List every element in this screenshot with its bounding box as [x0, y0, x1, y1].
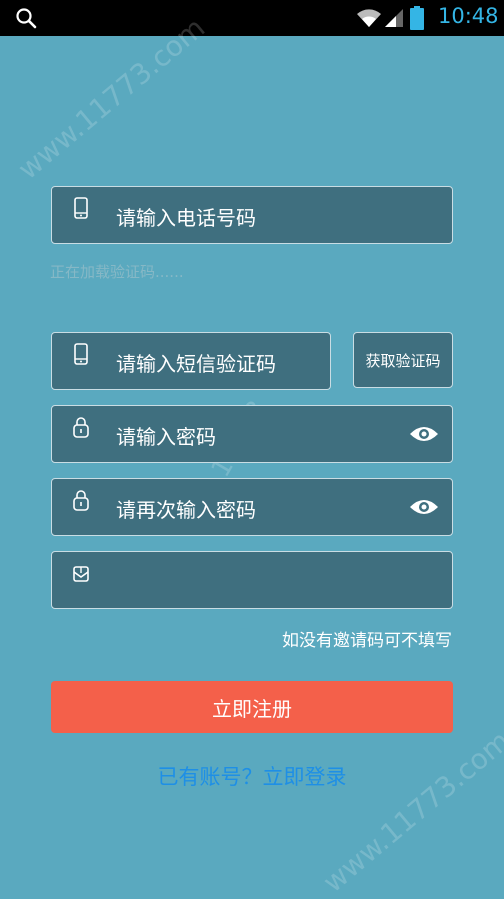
phone-icon [74, 343, 88, 365]
battery-icon [410, 6, 424, 30]
status-bar: 10:48 [0, 0, 504, 36]
sms-code-placeholder: 请输入短信验证码 [116, 352, 276, 376]
invite-code-field[interactable] [51, 551, 453, 609]
phone-field[interactable]: 请输入电话号码 [51, 186, 453, 244]
phone-placeholder: 请输入电话号码 [116, 206, 256, 230]
lock-icon [73, 417, 89, 438]
watermark: www.11773.com [11, 11, 212, 186]
wifi-icon [357, 9, 381, 27]
confirm-password-placeholder: 请再次输入密码 [116, 498, 256, 522]
eye-icon[interactable] [409, 497, 439, 517]
register-button[interactable]: 立即注册 [51, 681, 453, 733]
get-code-button[interactable]: 获取验证码 [353, 332, 453, 388]
password-field[interactable]: 请输入密码 [51, 405, 453, 463]
invite-note: 如没有邀请码可不填写 [282, 631, 452, 651]
watermark: www.11773.com [316, 724, 504, 899]
sms-code-field[interactable]: 请输入短信验证码 [51, 332, 331, 390]
lock-icon [73, 490, 89, 511]
signal-icon [385, 9, 403, 27]
search-icon[interactable] [14, 6, 38, 30]
loading-text: 正在加载验证码...... [50, 263, 184, 281]
confirm-password-field[interactable]: 请再次输入密码 [51, 478, 453, 536]
password-placeholder: 请输入密码 [116, 425, 216, 449]
eye-icon[interactable] [409, 424, 439, 444]
login-link[interactable]: 已有账号？立即登录 [0, 761, 504, 791]
phone-icon [74, 197, 88, 219]
mail-icon [73, 566, 89, 582]
clock: 10:48 [438, 4, 499, 28]
